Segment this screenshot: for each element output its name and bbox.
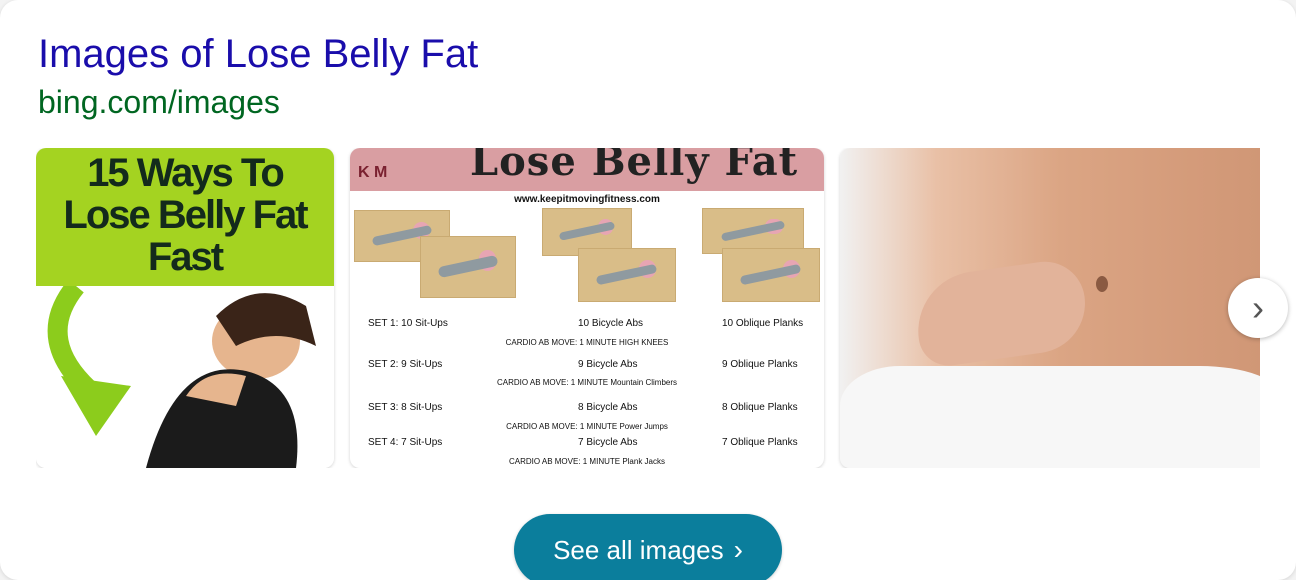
oblique-planks-count: 10 Oblique Planks [722, 318, 804, 329]
headline-line: Lose Belly Fat [63, 193, 308, 237]
thumbnail-headline: 15 Ways To Lose Belly Fat Fast [36, 148, 334, 286]
bicycle-abs-count: 7 Bicycle Abs [578, 437, 638, 448]
bicycle-abs-count: 8 Bicycle Abs [578, 402, 638, 413]
exercise-photo [420, 236, 516, 298]
see-all-images-button[interactable]: See all images › [514, 514, 782, 580]
exercise-photo [722, 248, 820, 302]
headline-line: Fast [147, 235, 224, 279]
oblique-planks-count: 9 Oblique Planks [722, 359, 798, 370]
belly-photo-detail [1096, 276, 1108, 292]
woman-stretching-photo [36, 286, 334, 468]
chevron-right-icon: › [1252, 287, 1264, 328]
chevron-right-icon: › [733, 534, 743, 565]
see-all-label: See all images [553, 535, 724, 565]
bicycle-abs-count: 10 Bicycle Abs [578, 318, 644, 329]
image-carousel: 15 Ways To Lose Belly Fat Fast Lose Bell… [36, 148, 1260, 468]
hand-pinching-photo [910, 256, 1092, 370]
image-thumbnail-1[interactable]: 15 Ways To Lose Belly Fat Fast [36, 148, 334, 468]
banner: Lose Belly Fat K M [350, 148, 824, 191]
image-thumbnail-2[interactable]: Lose Belly Fat K M www.keepitmovingfitne… [350, 148, 824, 468]
exercise-photo [578, 248, 676, 302]
image-thumbnail-3[interactable] [840, 148, 1260, 468]
carousel-next-button[interactable]: › [1228, 278, 1288, 338]
cardio-move: CARDIO AB MOVE: 1 MINUTE Plank Jacks [508, 457, 666, 466]
results-title-link[interactable]: Images of Lose Belly Fat [38, 30, 478, 78]
cardio-move: CARDIO AB MOVE: 1 MINUTE Mountain Climbe… [496, 378, 678, 387]
kim-logo: K M [358, 164, 388, 181]
sit-ups-count: SET 2: 9 Sit-Ups [368, 359, 443, 370]
sit-ups-count: SET 3: 8 Sit-Ups [368, 402, 443, 413]
cardio-move: CARDIO AB MOVE: 1 MINUTE HIGH KNEES [505, 338, 669, 347]
sit-ups-count: SET 1: 10 Sit-Ups [368, 318, 448, 329]
site-caption: www.keepitmovingfitness.com [514, 194, 660, 205]
oblique-planks-count: 8 Oblique Planks [722, 402, 798, 413]
oblique-planks-count: 7 Oblique Planks [722, 437, 798, 448]
source-url: bing.com/images [38, 84, 280, 120]
cardio-move: CARDIO AB MOVE: 1 MINUTE Power Jumps [506, 422, 668, 431]
white-pants-photo [840, 366, 1260, 468]
headline-line: 15 Ways To [87, 151, 285, 195]
image-results-card: Images of Lose Belly Fat bing.com/images… [0, 0, 1296, 580]
sit-ups-count: SET 4: 7 Sit-Ups [368, 437, 443, 448]
bicycle-abs-count: 9 Bicycle Abs [578, 359, 638, 370]
banner-title: Lose Belly Fat [470, 148, 799, 185]
